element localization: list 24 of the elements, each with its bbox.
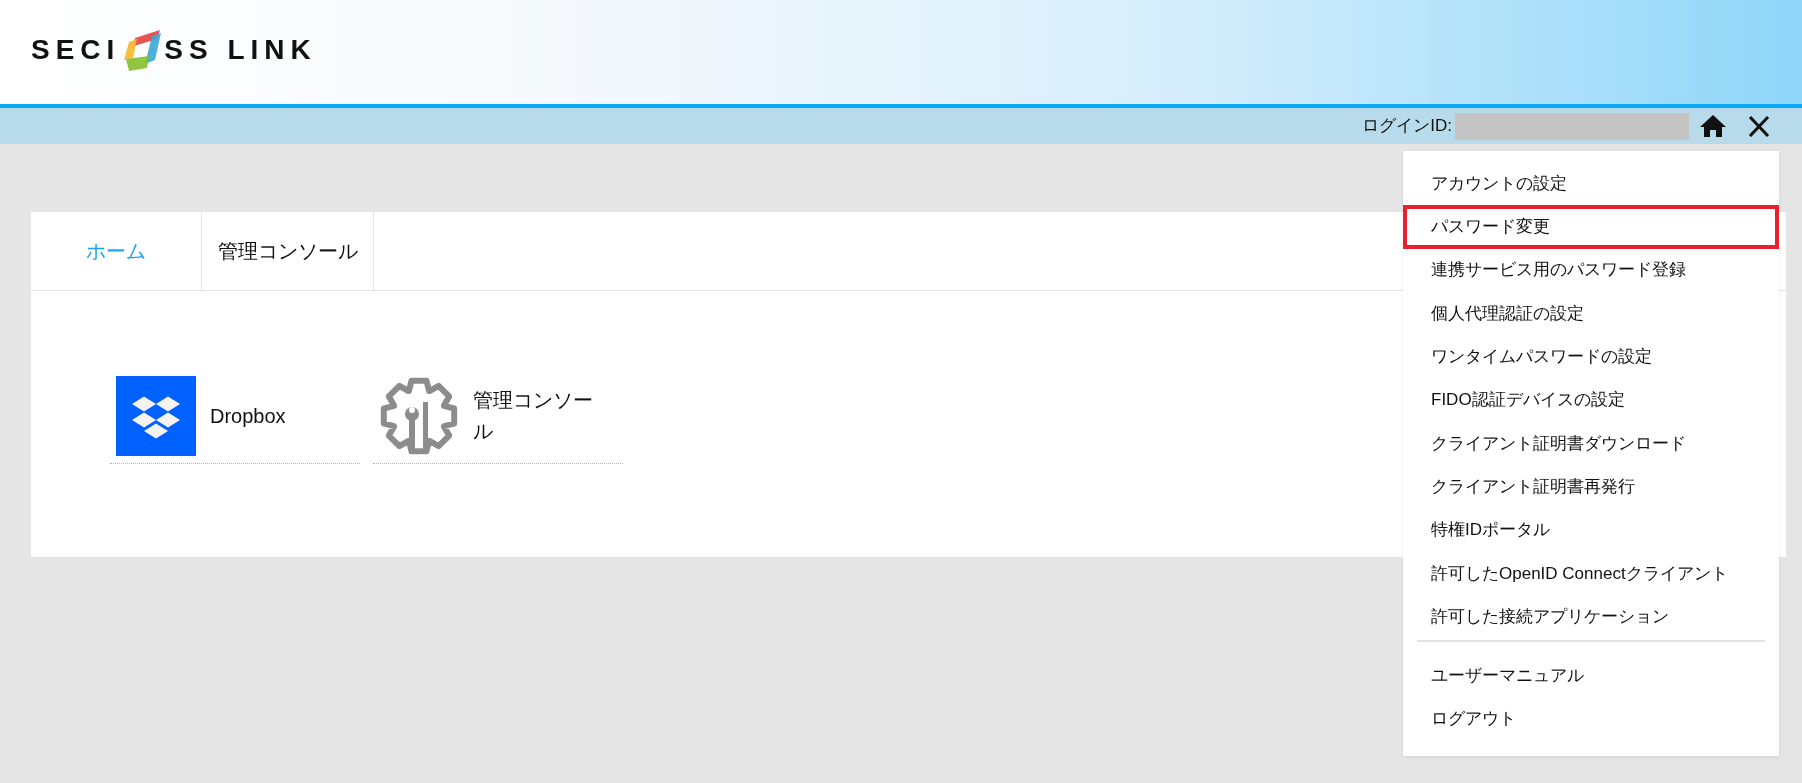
home-icon[interactable] bbox=[1700, 115, 1726, 137]
menu-item[interactable]: クライアント証明書ダウンロード bbox=[1403, 421, 1779, 466]
menu-item[interactable]: 許可したOpenID Connectクライアント bbox=[1403, 551, 1779, 595]
menu-item[interactable]: 連携サービス用のパスワード登録 bbox=[1403, 248, 1779, 292]
menu-item[interactable]: ユーザーマニュアル bbox=[1403, 654, 1779, 698]
tab[interactable]: 管理コンソール bbox=[202, 212, 374, 290]
logo-mark-icon bbox=[122, 29, 163, 71]
logo-text: SECI bbox=[31, 33, 121, 67]
menu-item[interactable]: 許可した接続アプリケーション bbox=[1403, 594, 1779, 639]
app-tile[interactable]: Dropbox bbox=[110, 376, 360, 464]
menu-item[interactable]: 個人代理認証の設定 bbox=[1403, 291, 1779, 336]
menu-item[interactable]: アカウントの設定 bbox=[1403, 162, 1779, 206]
app-tile[interactable]: 管理コンソール bbox=[373, 376, 623, 464]
menu-item[interactable]: ログアウト bbox=[1403, 697, 1779, 741]
dropbox-logo-icon bbox=[116, 376, 196, 456]
logo-text: SS LINK bbox=[164, 33, 317, 67]
gear-wrench-icon bbox=[379, 376, 459, 456]
menu-item[interactable]: パスワード変更 bbox=[1403, 205, 1779, 249]
menu-item[interactable]: FIDO認証デバイスの設定 bbox=[1403, 378, 1779, 422]
login-id-label: ログインID: bbox=[1362, 115, 1452, 138]
close-icon[interactable] bbox=[1748, 115, 1770, 137]
menu-item[interactable]: ワンタイムパスワードの設定 bbox=[1403, 335, 1779, 379]
menu-item[interactable]: 特権IDポータル bbox=[1403, 508, 1779, 552]
menu-item[interactable]: クライアント証明書再発行 bbox=[1403, 465, 1779, 509]
